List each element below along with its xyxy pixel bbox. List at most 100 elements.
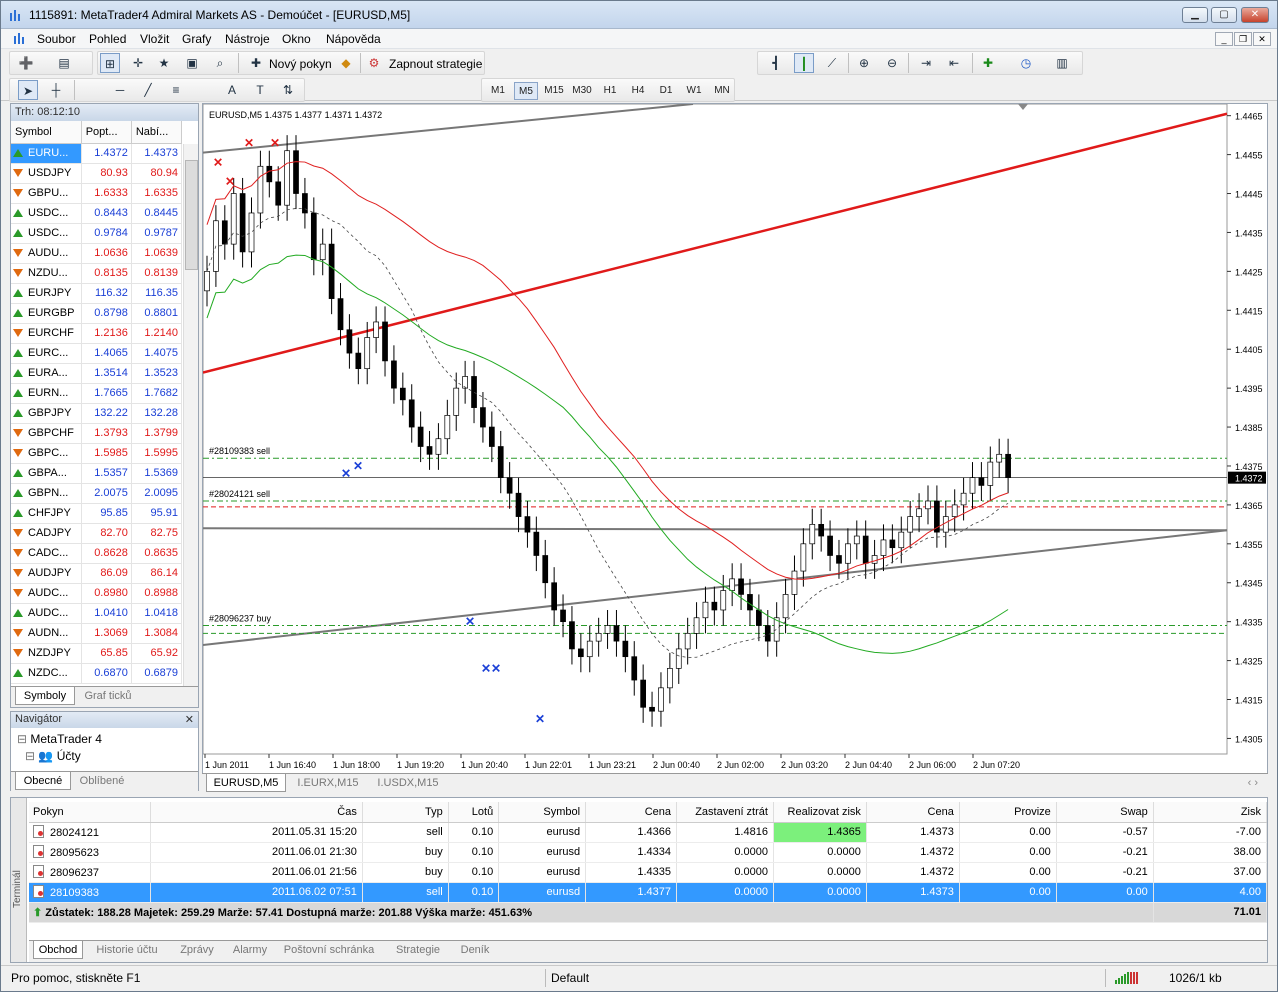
menu-soubor[interactable]: Soubor xyxy=(37,32,76,46)
col-4[interactable]: Symbol xyxy=(498,802,587,823)
periods-icon[interactable]: ◷ xyxy=(1016,53,1036,73)
symbol-cell[interactable]: GBPCHF xyxy=(11,423,82,444)
order-row[interactable]: 28096237 2011.06.01 21:56 buy 0.10 eurusd 1.4… xyxy=(29,862,1268,883)
symbol-cell[interactable]: CADJPY xyxy=(11,523,82,544)
maximize-button[interactable]: ▢ xyxy=(1211,7,1237,23)
new-order-button[interactable]: Nový pokyn xyxy=(269,57,332,71)
navigator-root[interactable]: ⊟ MetaTrader 4 xyxy=(17,732,102,746)
chart-tab-eurx[interactable]: I.EURX,M15 xyxy=(288,774,368,792)
templates-icon[interactable]: ▥ xyxy=(1052,53,1072,73)
market-watch-row[interactable]: CADJPY 82.70 82.75 xyxy=(11,523,183,544)
autotrading-button[interactable]: Zapnout strategie xyxy=(389,57,482,71)
terminal-tab-4[interactable]: Poštovní schránka xyxy=(277,941,381,959)
col-0[interactable]: Pokyn xyxy=(29,802,151,823)
symbol-cell[interactable]: CHFJPY xyxy=(11,503,82,524)
tab-symbols[interactable]: Symboly xyxy=(15,687,75,705)
market-watch-row[interactable]: GBPN... 2.0075 2.0095 xyxy=(11,483,183,504)
chart-tabs-scroll-icon[interactable]: ‹ › xyxy=(1248,777,1258,789)
market-watch-icon[interactable]: ⊞ xyxy=(100,53,120,73)
col-7[interactable]: Realizovat zisk xyxy=(773,802,867,823)
col-9[interactable]: Provize xyxy=(959,802,1057,823)
tf-d1[interactable]: D1 xyxy=(654,82,678,100)
symbol-cell[interactable]: NZDJPY xyxy=(11,643,82,664)
chart-shift-icon[interactable]: ⇤ xyxy=(944,53,964,73)
symbol-cell[interactable]: EURJPY xyxy=(11,283,82,304)
menu-grafy[interactable]: Grafy xyxy=(182,32,211,46)
terminal-tab-5[interactable]: Strategie xyxy=(385,941,451,959)
market-watch-row[interactable]: GBPU... 1.6333 1.6335 xyxy=(11,183,183,204)
market-watch-row[interactable]: CADC... 0.8628 0.8635 xyxy=(11,543,183,564)
bar-chart-icon[interactable]: ┫ xyxy=(766,53,786,73)
symbol-cell[interactable]: GBPU... xyxy=(11,183,82,204)
horizontal-line-icon[interactable]: ─ xyxy=(110,80,130,100)
col-ask[interactable]: Nabí... xyxy=(131,121,183,144)
order-row[interactable]: 28024121 2011.05.31 15:20 sell 0.10 eurusd 1.… xyxy=(29,822,1268,843)
line-chart-icon[interactable]: ⟋ xyxy=(822,53,842,73)
market-watch-row[interactable]: CHFJPY 95.85 95.91 xyxy=(11,503,183,524)
col-10[interactable]: Swap xyxy=(1056,802,1154,823)
market-watch-row[interactable]: GBPC... 1.5985 1.5995 xyxy=(11,443,183,464)
terminal-tab-6[interactable]: Deník xyxy=(455,941,495,959)
market-watch-row[interactable]: EURU... 1.4372 1.4373 xyxy=(11,143,183,164)
market-watch-row[interactable]: GBPA... 1.5357 1.5369 xyxy=(11,463,183,484)
market-watch-row[interactable]: NZDU... 0.8135 0.8139 xyxy=(11,263,183,284)
col-11[interactable]: Zisk xyxy=(1153,802,1268,823)
market-watch-row[interactable]: GBPCHF 1.3793 1.3799 xyxy=(11,423,183,444)
menu-napoveda[interactable]: Nápověda xyxy=(326,32,381,46)
fibonacci-icon[interactable]: ≡ xyxy=(166,80,186,100)
market-watch-row[interactable]: GBPJPY 132.22 132.28 xyxy=(11,403,183,424)
tf-m5[interactable]: M5 xyxy=(514,82,538,100)
symbol-cell[interactable]: AUDN... xyxy=(11,623,82,644)
order-row[interactable]: 28109383 2011.06.02 07:51 sell 0.10 eurusd 1.… xyxy=(29,882,1268,903)
market-watch-row[interactable]: EURC... 1.4065 1.4075 xyxy=(11,343,183,364)
col-symbol[interactable]: Symbol xyxy=(11,121,82,144)
navigator-close-icon[interactable]: ✕ xyxy=(185,713,194,726)
tf-h1[interactable]: H1 xyxy=(598,82,622,100)
candlestick-icon[interactable]: ┃ xyxy=(794,53,814,73)
menu-nastroje[interactable]: Nástroje xyxy=(225,32,270,46)
navigator-accounts[interactable]: ⊟ 👥 Účty xyxy=(25,749,81,763)
tf-h4[interactable]: H4 xyxy=(626,82,650,100)
arrows-icon[interactable]: ⇅ xyxy=(278,80,298,100)
market-watch-row[interactable]: NZDC... 0.6870 0.6879 xyxy=(11,663,183,684)
crosshair-icon[interactable]: ┼ xyxy=(46,80,66,100)
symbol-cell[interactable]: EURCHF xyxy=(11,323,82,344)
tester-icon[interactable]: ⌕ xyxy=(210,53,230,73)
tab-general[interactable]: Obecné xyxy=(15,772,71,790)
symbol-cell[interactable]: GBPA... xyxy=(11,463,82,484)
mdi-minimize-button[interactable]: _ xyxy=(1215,32,1233,46)
order-row[interactable]: 28095623 2011.06.01 21:30 buy 0.10 eurusd 1.4… xyxy=(29,842,1268,863)
cursor-icon[interactable]: ➤ xyxy=(18,80,38,100)
text-icon[interactable]: A xyxy=(222,80,242,100)
symbol-cell[interactable]: AUDJPY xyxy=(11,563,82,584)
terminal-tab-2[interactable]: Zprávy xyxy=(171,941,223,959)
data-window-icon[interactable]: ✛ xyxy=(128,53,148,73)
symbol-cell[interactable]: AUDC... xyxy=(11,583,82,604)
tf-mn[interactable]: MN xyxy=(710,82,734,100)
tf-m30[interactable]: M30 xyxy=(570,82,594,100)
market-watch-row[interactable]: USDJPY 80.93 80.94 xyxy=(11,163,183,184)
col-1[interactable]: Čas xyxy=(150,802,363,823)
text-label-icon[interactable]: T xyxy=(250,80,270,100)
terminal-tab-1[interactable]: Historie účtu xyxy=(87,941,167,959)
mdi-close-button[interactable]: ✕ xyxy=(1253,32,1271,46)
terminal-tab-3[interactable]: Alarmy xyxy=(227,941,273,959)
market-watch-row[interactable]: AUDC... 0.8980 0.8988 xyxy=(11,583,183,604)
symbol-cell[interactable]: EURA... xyxy=(11,363,82,384)
symbol-cell[interactable]: AUDC... xyxy=(11,603,82,624)
symbol-cell[interactable]: NZDC... xyxy=(11,663,82,684)
col-5[interactable]: Cena xyxy=(585,802,677,823)
indicators-icon[interactable]: ✚ xyxy=(978,53,998,73)
terminal-tab-0[interactable]: Obchod xyxy=(33,941,83,959)
symbol-cell[interactable]: USDC... xyxy=(11,223,82,244)
close-button[interactable]: ✕ xyxy=(1241,7,1269,23)
market-watch-row[interactable]: EURJPY 116.32 116.35 xyxy=(11,283,183,304)
chart-tab-eurusd[interactable]: EURUSD,M5 xyxy=(206,774,286,792)
new-order-icon[interactable]: ✚ xyxy=(246,53,266,73)
market-watch-scrollbar[interactable] xyxy=(183,144,198,686)
market-watch-row[interactable]: AUDN... 1.3069 1.3084 xyxy=(11,623,183,644)
tf-m15[interactable]: M15 xyxy=(542,82,566,100)
chart-window-icon[interactable] xyxy=(13,32,27,46)
autotrading-icon[interactable]: ⚙ xyxy=(364,53,384,73)
symbol-cell[interactable]: NZDU... xyxy=(11,263,82,284)
